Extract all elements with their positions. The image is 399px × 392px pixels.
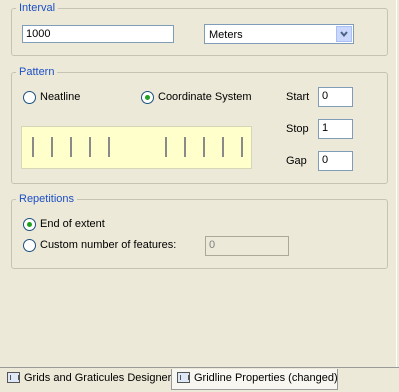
- custom-number-label[interactable]: Custom number of features:: [40, 239, 176, 252]
- preview-tick: [70, 137, 72, 157]
- coordinate-system-label[interactable]: Coordinate System: [158, 91, 252, 104]
- interval-units-value: Meters: [209, 29, 243, 41]
- pattern-preview: [21, 126, 252, 169]
- preview-tick: [165, 137, 167, 157]
- preview-tick: [108, 137, 110, 157]
- custom-number-input[interactable]: 0: [205, 236, 289, 256]
- grid-icon: [177, 372, 190, 383]
- preview-tick: [241, 137, 243, 157]
- coordinate-system-radio[interactable]: [141, 91, 154, 104]
- preview-tick: [51, 137, 53, 157]
- tab-bar: Grids and Graticules Designer Gridline P…: [0, 367, 399, 392]
- stop-input[interactable]: 1: [318, 119, 353, 139]
- chevron-down-icon[interactable]: [336, 26, 352, 42]
- stop-label: Stop: [286, 123, 309, 135]
- tab-grids-and-graticules-designer[interactable]: Grids and Graticules Designer: [7, 369, 172, 390]
- tab-label: Grids and Graticules Designer: [24, 372, 172, 384]
- grid-icon: [7, 372, 20, 383]
- repetitions-legend: Repetitions: [16, 193, 78, 206]
- end-of-extent-radio[interactable]: [23, 218, 36, 231]
- end-of-extent-label[interactable]: End of extent: [40, 218, 105, 231]
- tab-gridline-properties[interactable]: Gridline Properties (changed): [171, 369, 338, 390]
- preview-tick: [89, 137, 91, 157]
- custom-number-radio[interactable]: [23, 239, 36, 252]
- preview-tick: [222, 137, 224, 157]
- preview-tick: [32, 137, 34, 157]
- repetitions-group: Repetitions: [11, 193, 388, 269]
- tab-label: Gridline Properties (changed): [194, 372, 338, 384]
- gap-input[interactable]: 0: [318, 151, 353, 171]
- neatline-label[interactable]: Neatline: [40, 91, 80, 104]
- start-label: Start: [286, 91, 310, 103]
- preview-tick: [184, 137, 186, 157]
- gap-label: Gap: [286, 155, 307, 167]
- interval-units-dropdown[interactable]: Meters: [204, 24, 354, 44]
- interval-legend: Interval: [16, 2, 59, 15]
- pattern-legend: Pattern: [16, 66, 58, 79]
- gridline-properties-panel: Interval 1000 Meters Pattern Neatline Co…: [1, 0, 397, 367]
- start-input[interactable]: 0: [318, 87, 353, 107]
- interval-input[interactable]: 1000: [22, 25, 174, 43]
- neatline-radio[interactable]: [23, 91, 36, 104]
- preview-tick: [203, 137, 205, 157]
